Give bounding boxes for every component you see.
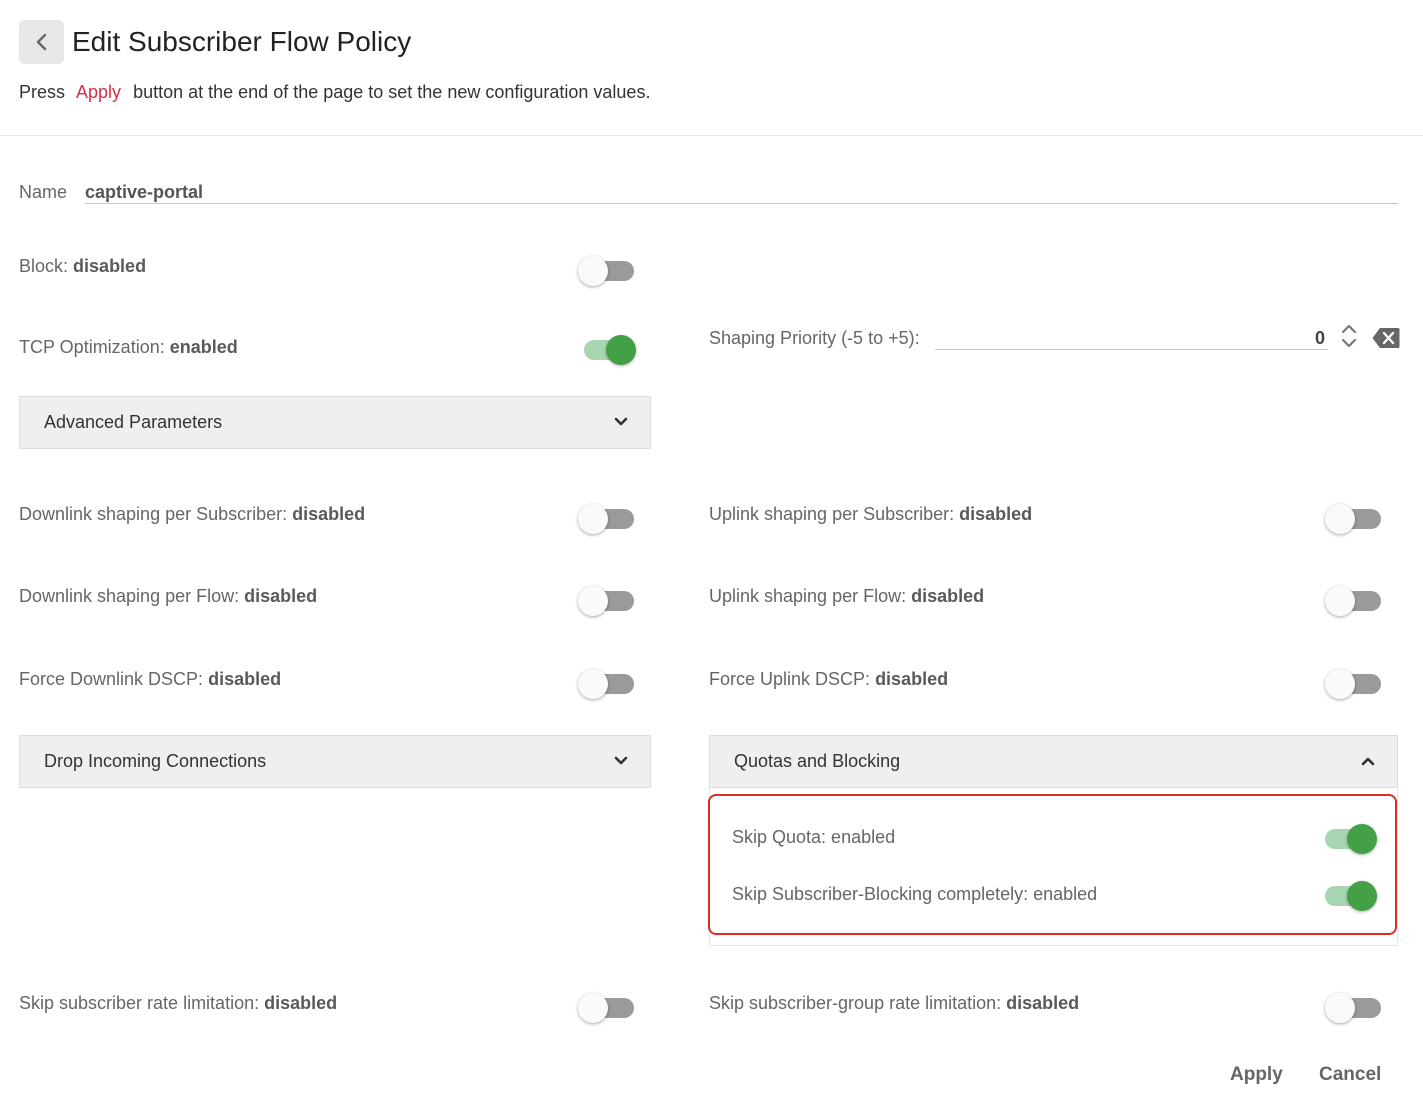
chevron-down-icon	[614, 417, 628, 426]
advanced-parameters-panel[interactable]: Advanced Parameters	[19, 396, 651, 449]
highlight-box	[708, 794, 1397, 935]
skip-quota-label: Skip Quota: enabled	[732, 827, 896, 847]
page-hint: Press Apply button at the end of the pag…	[19, 82, 650, 103]
force-downlink-dscp-label: Force Downlink DSCP: disabled	[19, 669, 281, 690]
force-uplink-dscp-text: Force Uplink DSCP:	[709, 669, 871, 689]
chevron-up-icon	[1361, 757, 1375, 766]
uplink-shaping-flow-label: Uplink shaping per Flow: disabled	[709, 586, 984, 607]
page-title: Edit Subscriber Flow Policy	[72, 26, 412, 57]
downlink-shaping-subscriber-toggle[interactable]	[578, 501, 636, 534]
skip-subscriber-group-rate-toggle[interactable]	[1325, 990, 1383, 1023]
tcp-optimization-toggle[interactable]	[578, 332, 636, 365]
chevron-left-icon	[36, 33, 46, 51]
backspace-clear-icon	[1372, 328, 1400, 348]
shaping-priority-spinner[interactable]	[1340, 322, 1358, 350]
toggle-knob	[1347, 881, 1377, 911]
toggle-knob	[578, 504, 608, 534]
spinner-arrows-icon	[1341, 324, 1357, 348]
tcp-optimization-label: TCP Optimization: enabled	[19, 337, 238, 358]
toggle-knob	[1325, 669, 1355, 699]
downlink-shaping-subscriber-text: Downlink shaping per Subscriber:	[19, 504, 288, 524]
force-downlink-dscp-state: disabled	[208, 669, 282, 689]
downlink-shaping-flow-text: Downlink shaping per Flow:	[19, 586, 240, 606]
uplink-shaping-flow-state: disabled	[911, 586, 985, 606]
downlink-shaping-flow-label: Downlink shaping per Flow: disabled	[19, 586, 317, 607]
force-uplink-dscp-toggle[interactable]	[1325, 666, 1383, 699]
force-downlink-dscp-toggle[interactable]	[578, 666, 636, 699]
cancel-button[interactable]: Cancel	[1319, 1064, 1381, 1086]
skip-quota-toggle[interactable]	[1319, 821, 1377, 854]
drop-incoming-connections-panel[interactable]: Drop Incoming Connections	[19, 735, 651, 788]
name-label: Name	[19, 182, 68, 202]
toggle-knob	[578, 993, 608, 1023]
downlink-shaping-subscriber-label: Downlink shaping per Subscriber: disable…	[19, 504, 365, 525]
advanced-parameters-title: Advanced Parameters	[44, 412, 223, 432]
toggle-knob	[578, 256, 608, 286]
uplink-shaping-subscriber-label: Uplink shaping per Subscriber: disabled	[709, 504, 1032, 525]
quotas-and-blocking-title: Quotas and Blocking	[734, 751, 901, 771]
skip-subscriber-blocking-toggle[interactable]	[1319, 878, 1377, 911]
uplink-shaping-flow-toggle[interactable]	[1325, 583, 1383, 616]
toggle-knob	[578, 669, 608, 699]
toggle-knob	[578, 586, 608, 616]
hint-apply-link[interactable]: Apply	[76, 82, 121, 102]
shaping-priority-input[interactable]: 0	[1315, 328, 1325, 349]
force-uplink-dscp-state: disabled	[875, 669, 949, 689]
toggle-knob	[1325, 504, 1355, 534]
header-divider	[0, 135, 1423, 136]
skip-subscriber-rate-state: disabled	[264, 993, 338, 1013]
shaping-priority-clear-button[interactable]	[1372, 327, 1400, 349]
block-label-text: Block:	[19, 256, 69, 276]
toggle-knob	[606, 335, 636, 365]
skip-subscriber-rate-text: Skip subscriber rate limitation:	[19, 993, 260, 1013]
uplink-shaping-flow-text: Uplink shaping per Flow:	[709, 586, 907, 606]
toggle-knob	[1325, 586, 1355, 616]
skip-subscriber-blocking-label: Skip Subscriber-Blocking completely: ena…	[732, 884, 1098, 904]
skip-subscriber-rate-toggle[interactable]	[578, 990, 636, 1023]
uplink-shaping-subscriber-toggle[interactable]	[1325, 501, 1383, 534]
hint-prefix: Press	[19, 82, 66, 102]
hint-suffix: button at the end of the page to set the…	[133, 82, 651, 102]
block-toggle[interactable]	[578, 253, 636, 286]
skip-subscriber-rate-label: Skip subscriber rate limitation: disable…	[19, 993, 337, 1014]
force-downlink-dscp-text: Force Downlink DSCP:	[19, 669, 204, 689]
block-label: Block: disabled	[19, 256, 146, 277]
downlink-shaping-flow-toggle[interactable]	[578, 583, 636, 616]
downlink-shaping-subscriber-state: disabled	[292, 504, 366, 524]
toggle-knob	[1325, 993, 1355, 1023]
back-button[interactable]	[19, 20, 64, 64]
downlink-shaping-flow-state: disabled	[244, 586, 318, 606]
force-uplink-dscp-label: Force Uplink DSCP: disabled	[709, 669, 948, 690]
apply-button[interactable]: Apply	[1230, 1064, 1283, 1086]
skip-subscriber-group-rate-text: Skip subscriber-group rate limitation:	[709, 993, 1002, 1013]
toggle-knob	[1347, 824, 1377, 854]
skip-subscriber-group-rate-state: disabled	[1006, 993, 1080, 1013]
name-input-underline	[85, 203, 1398, 204]
drop-incoming-connections-title: Drop Incoming Connections	[44, 751, 267, 771]
shaping-priority-label: Shaping Priority (-5 to +5):	[709, 328, 920, 348]
uplink-shaping-subscriber-text: Uplink shaping per Subscriber:	[709, 504, 955, 524]
tcp-optimization-label-text: TCP Optimization:	[19, 337, 165, 357]
tcp-optimization-state: enabled	[169, 337, 238, 357]
uplink-shaping-subscriber-state: disabled	[959, 504, 1033, 524]
block-state: disabled	[73, 256, 147, 276]
skip-subscriber-group-rate-label: Skip subscriber-group rate limitation: d…	[709, 993, 1079, 1014]
chevron-down-icon	[614, 756, 628, 765]
quotas-and-blocking-panel[interactable]: Quotas and Blocking	[709, 735, 1398, 788]
name-input[interactable]: captive-portal	[85, 182, 203, 203]
shaping-priority-underline	[935, 349, 1328, 350]
